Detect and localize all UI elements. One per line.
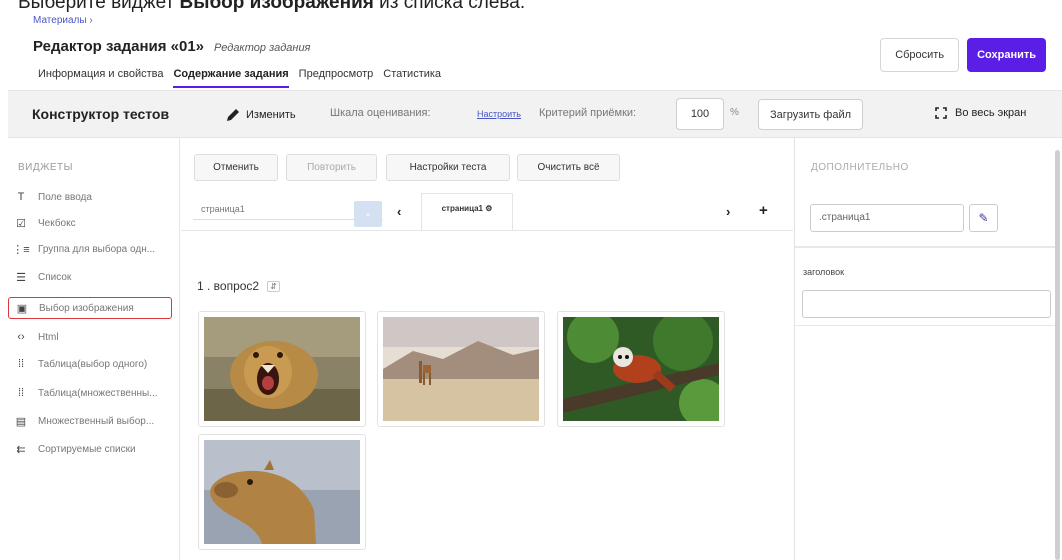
edit-pen-icon[interactable]: ✎ <box>969 204 998 232</box>
widget-sortable-lists[interactable]: ⇇ Сортируемые списки <box>8 438 174 460</box>
divider <box>795 325 1057 326</box>
properties-heading: ДОПОЛНИТЕЛЬНО <box>811 162 909 173</box>
tab-content[interactable]: Содержание задания <box>173 68 289 88</box>
page-tab[interactable]: страница1 ⚙ <box>421 193 513 230</box>
list-icon: ☰ <box>16 271 26 284</box>
text-icon: T <box>17 191 25 203</box>
editor-canvas: Отменить Повторить Настройки теста Очист… <box>181 138 793 560</box>
edit-label: Изменить <box>246 109 296 121</box>
widget-list[interactable]: ☰ Список <box>8 266 174 288</box>
camel-image[interactable] <box>198 434 366 550</box>
chevron-down-icon[interactable]: ⌄ <box>354 201 382 227</box>
edit-button[interactable]: Изменить <box>226 108 296 122</box>
divider <box>181 230 793 231</box>
scale-label: Шкала оценивания: <box>330 107 431 119</box>
tab-preview[interactable]: Предпросмотр <box>299 68 374 88</box>
chevron-right-icon[interactable]: › <box>726 204 730 219</box>
radio-list-icon: ⋮≡ <box>12 243 30 256</box>
widget-label: Таблица(выбор одного) <box>38 358 148 370</box>
sort-arrows-icon[interactable]: ⇵ <box>267 280 280 292</box>
sortable-icon: ⇇ <box>16 443 26 456</box>
image-icon: ▣ <box>16 302 28 315</box>
red-panda-picture <box>563 317 719 421</box>
widget-label: Html <box>38 331 59 343</box>
properties-panel: ДОПОЛНИТЕЛЬНО .страница1 ✎ заголовок <box>794 138 1057 560</box>
widgets-heading: ВИДЖЕТЫ <box>18 162 73 173</box>
title-row: Редактор задания «01» Редактор задания <box>33 38 310 55</box>
widget-label: Множественный выбор... <box>38 415 155 427</box>
widget-label: Поле ввода <box>38 191 92 203</box>
fullscreen-button[interactable]: Во весь экран <box>935 107 1026 119</box>
page-title: Редактор задания «01» <box>33 38 205 55</box>
header-actions: Сбросить Сохранить <box>880 38 1046 72</box>
instruction-suffix: из списка слева. <box>373 0 526 13</box>
app-root: Выберите виджет Выбор изображения из спи… <box>0 0 1062 560</box>
widget-label: Группа для выбора одн... <box>38 243 156 255</box>
widget-table-multi[interactable]: ⁞⁞ Таблица(множественны... <box>8 382 174 404</box>
widgets-sidebar: ВИДЖЕТЫ T Поле ввода ☑ Чекбокс ⋮≡ Группа дл… <box>8 138 180 560</box>
widget-html[interactable]: ‹› Html <box>8 326 174 348</box>
question-label: 1 . вопрос2 <box>197 279 260 293</box>
lion-picture <box>204 317 360 421</box>
widget-label: Таблица(множественны... <box>38 387 158 399</box>
widget-checkbox[interactable]: ☑ Чекбокс <box>8 212 174 234</box>
toolbar-title: Конструктор тестов <box>32 106 170 122</box>
instruction-caption: Выберите виджет Выбор изображения из спи… <box>18 0 525 14</box>
divider <box>795 246 1057 248</box>
page-name-input[interactable]: .страница1 <box>810 204 964 232</box>
widget-label: Выбор изображения <box>39 302 134 314</box>
chevron-left-icon[interactable]: ‹ <box>397 204 401 219</box>
lion-image[interactable] <box>198 311 366 427</box>
test-settings-button[interactable]: Настройки теста <box>386 154 510 181</box>
add-page-icon[interactable]: + <box>759 202 768 219</box>
giraffe-image[interactable] <box>377 311 545 427</box>
fullscreen-icon <box>935 107 947 119</box>
title-field-label: заголовок <box>803 267 845 277</box>
reset-button[interactable]: Сбросить <box>880 38 960 72</box>
title-field[interactable] <box>802 290 1051 318</box>
tab-info[interactable]: Информация и свойства <box>38 68 163 88</box>
widget-multi-select[interactable]: ▤ Множественный выбор... <box>8 410 174 432</box>
widget-label: Чекбокс <box>38 217 76 229</box>
red-panda-image[interactable] <box>557 311 725 427</box>
tab-statistics[interactable]: Статистика <box>383 68 441 88</box>
widget-label: Список <box>38 271 72 283</box>
undo-button[interactable]: Отменить <box>194 154 278 181</box>
widget-image-picker[interactable]: ▣ Выбор изображения <box>8 297 172 319</box>
instruction-widget-name: Выбор изображения <box>179 0 374 13</box>
fullscreen-label: Во весь экран <box>955 107 1027 119</box>
checkbox-icon: ☑ <box>16 217 26 230</box>
table-multi-icon: ⁞⁞ <box>17 387 25 399</box>
widget-label: Сортируемые списки <box>38 443 136 455</box>
criterion-input[interactable]: 100 <box>676 98 724 130</box>
page-subtitle: Редактор задания <box>214 42 311 54</box>
widget-text-input[interactable]: T Поле ввода <box>8 186 174 208</box>
configure-link[interactable]: Настроить <box>477 109 521 119</box>
camel-picture <box>204 440 360 544</box>
header-tabs: Информация и свойства Содержание задания… <box>38 68 441 88</box>
clear-all-button[interactable]: Очистить всё <box>517 154 620 181</box>
question-title: 1 . вопрос2 ⇵ <box>197 279 280 293</box>
giraffe-picture <box>383 317 539 421</box>
upload-file-button[interactable]: Загрузить файл <box>758 99 864 130</box>
scrollbar[interactable] <box>1055 150 1060 560</box>
constructor-toolbar: Конструктор тестов Изменить Шкала оценив… <box>8 90 1062 138</box>
redo-button[interactable]: Повторить <box>286 154 377 181</box>
widget-table-single[interactable]: ⁞⁞ Таблица(выбор одного) <box>8 353 174 375</box>
table-single-icon: ⁞⁞ <box>17 358 25 370</box>
pencil-icon <box>227 109 239 121</box>
instruction-prefix: Выберите виджет <box>18 0 180 13</box>
multi-select-icon: ▤ <box>15 415 27 428</box>
widget-radio-group[interactable]: ⋮≡ Группа для выбора одн... <box>8 238 174 260</box>
save-button[interactable]: Сохранить <box>967 38 1046 72</box>
breadcrumb[interactable]: Материалы › <box>33 15 93 26</box>
criterion-label: Критерий приёмки: <box>539 107 637 119</box>
percent-sign: % <box>730 107 739 118</box>
code-icon: ‹› <box>17 331 25 343</box>
